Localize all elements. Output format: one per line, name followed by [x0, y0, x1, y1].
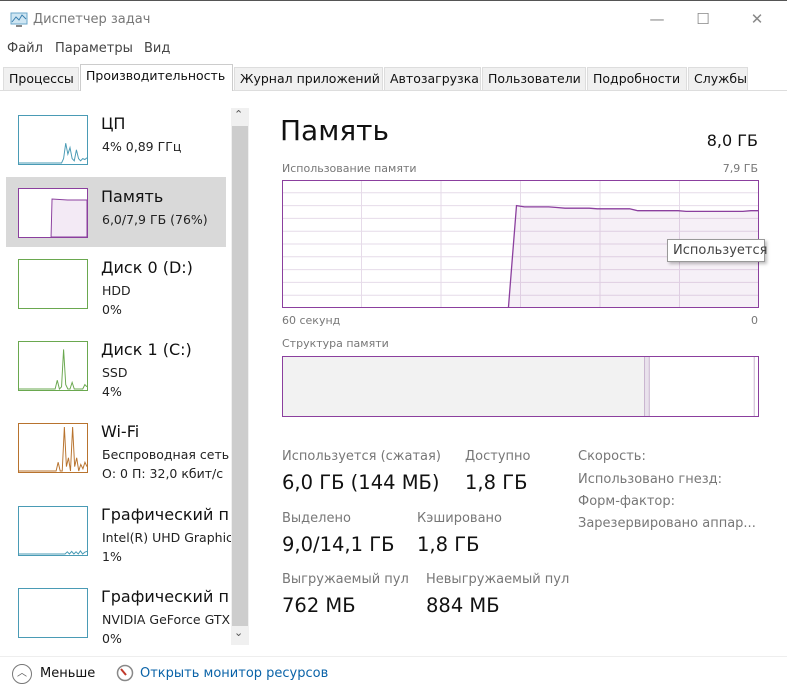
slots-label: Использовано гнезд: — [578, 472, 722, 487]
sidebar-item-title: Графический п — [101, 505, 229, 524]
in-use-label: Используется (сжатая) — [282, 449, 441, 464]
tab-details[interactable]: Подробности — [587, 67, 687, 90]
sidebar-item-detail: SSD — [102, 365, 128, 380]
sidebar-item-title: Wi-Fi — [101, 422, 140, 441]
window-title: Диспетчер задач — [33, 12, 151, 27]
time-left-label: 60 секунд — [282, 314, 341, 327]
cached-value: 1,8 ГБ — [417, 533, 480, 556]
structure-label: Структура памяти — [282, 337, 389, 350]
open-resource-monitor-link[interactable]: Открыть монитор ресурсов — [140, 666, 328, 681]
sidebar-item-value: 4% — [102, 384, 122, 399]
tab-processes[interactable]: Процессы — [3, 67, 79, 90]
scroll-down-icon[interactable]: ⌄ — [234, 626, 243, 639]
wifi-thumbnail-graph — [18, 423, 88, 473]
close-button[interactable]: ✕ — [742, 10, 772, 28]
sidebar-item-value: 0% — [102, 631, 122, 646]
in-use-value: 6,0 ГБ (144 МБ) — [282, 471, 440, 494]
sidebar-item-value: О: 0 П: 32,0 кбит/с — [102, 466, 224, 481]
memory-structure-bar[interactable] — [282, 356, 759, 417]
paged-pool-value: 762 МБ — [282, 594, 356, 617]
non-paged-pool-value: 884 МБ — [426, 594, 500, 617]
sidebar-item-detail: HDD — [102, 283, 131, 298]
time-right-label: 0 — [751, 314, 758, 327]
gpu-0-thumbnail-graph — [18, 506, 88, 556]
tab-services[interactable]: Службы — [688, 67, 748, 90]
task-manager-icon — [10, 12, 28, 27]
minimize-button[interactable]: — — [642, 10, 672, 28]
disk-1-thumbnail-graph — [18, 341, 88, 391]
usage-max: 7,9 ГБ — [722, 162, 758, 175]
structure-modified — [644, 356, 650, 417]
maximize-button[interactable]: ☐ — [688, 10, 718, 28]
tab-users[interactable]: Пользователи — [482, 67, 586, 90]
non-paged-pool-label: Невыгружаемый пул — [426, 572, 570, 587]
sidebar-item-title: Диск 1 (C:) — [101, 340, 192, 359]
reserved-label: Зарезервировано аппар... — [578, 516, 756, 531]
sidebar-item-title: ЦП — [101, 114, 126, 133]
structure-standby — [649, 356, 755, 417]
tab-startup[interactable]: Автозагрузка — [384, 67, 481, 90]
tooltip: Используется — [667, 239, 767, 262]
sidebar-item-title: Графический п — [101, 587, 229, 606]
form-factor-label: Форм-фактор: — [578, 494, 675, 509]
available-value: 1,8 ГБ — [465, 471, 528, 494]
committed-value: 9,0/14,1 ГБ — [282, 533, 395, 556]
sidebar-item-value: 1% — [102, 549, 122, 564]
scrollbar-thumb[interactable] — [232, 126, 248, 626]
chevron-up-icon[interactable]: ︿ — [12, 664, 32, 684]
cpu-thumbnail-graph — [18, 115, 88, 165]
sidebar-item-detail: Intel(R) UHD Graphic — [102, 530, 233, 545]
available-label: Доступно — [465, 449, 531, 464]
menu-view[interactable]: Вид — [144, 41, 170, 56]
menu-options[interactable]: Параметры — [55, 41, 133, 56]
tab-performance[interactable]: Производительность — [80, 64, 233, 91]
sidebar-item-detail: 6,0/7,9 ГБ (76%) — [102, 212, 208, 227]
menu-file[interactable]: Файл — [7, 41, 43, 56]
sidebar-item-detail: 4% 0,89 ГГц — [102, 139, 182, 154]
sidebar-item-value: 0% — [102, 302, 122, 317]
committed-label: Выделено — [282, 511, 351, 526]
resource-monitor-icon — [116, 664, 134, 682]
sidebar-item-detail: NVIDIA GeForce GTX — [102, 612, 231, 627]
paged-pool-label: Выгружаемый пул — [282, 572, 409, 587]
page-title: Память — [280, 114, 389, 147]
sidebar-item-detail: Беспроводная сеть — [102, 447, 230, 462]
gpu-1-thumbnail-graph — [18, 588, 88, 638]
usage-label: Использование памяти — [282, 162, 417, 175]
structure-in-use — [282, 356, 645, 417]
disk-0-thumbnail-graph — [18, 259, 88, 309]
speed-label: Скорость: — [578, 449, 646, 464]
tab-app-history[interactable]: Журнал приложений — [234, 67, 383, 90]
cached-label: Кэшировано — [417, 511, 502, 526]
scroll-up-icon[interactable]: ⌃ — [234, 108, 243, 121]
memory-thumbnail-graph — [18, 188, 88, 238]
total-memory: 8,0 ГБ — [706, 131, 758, 150]
fewer-details-button[interactable]: Меньше — [40, 666, 95, 681]
sidebar-item-title: Память — [101, 187, 164, 206]
sidebar-item-title: Диск 0 (D:) — [101, 258, 193, 277]
